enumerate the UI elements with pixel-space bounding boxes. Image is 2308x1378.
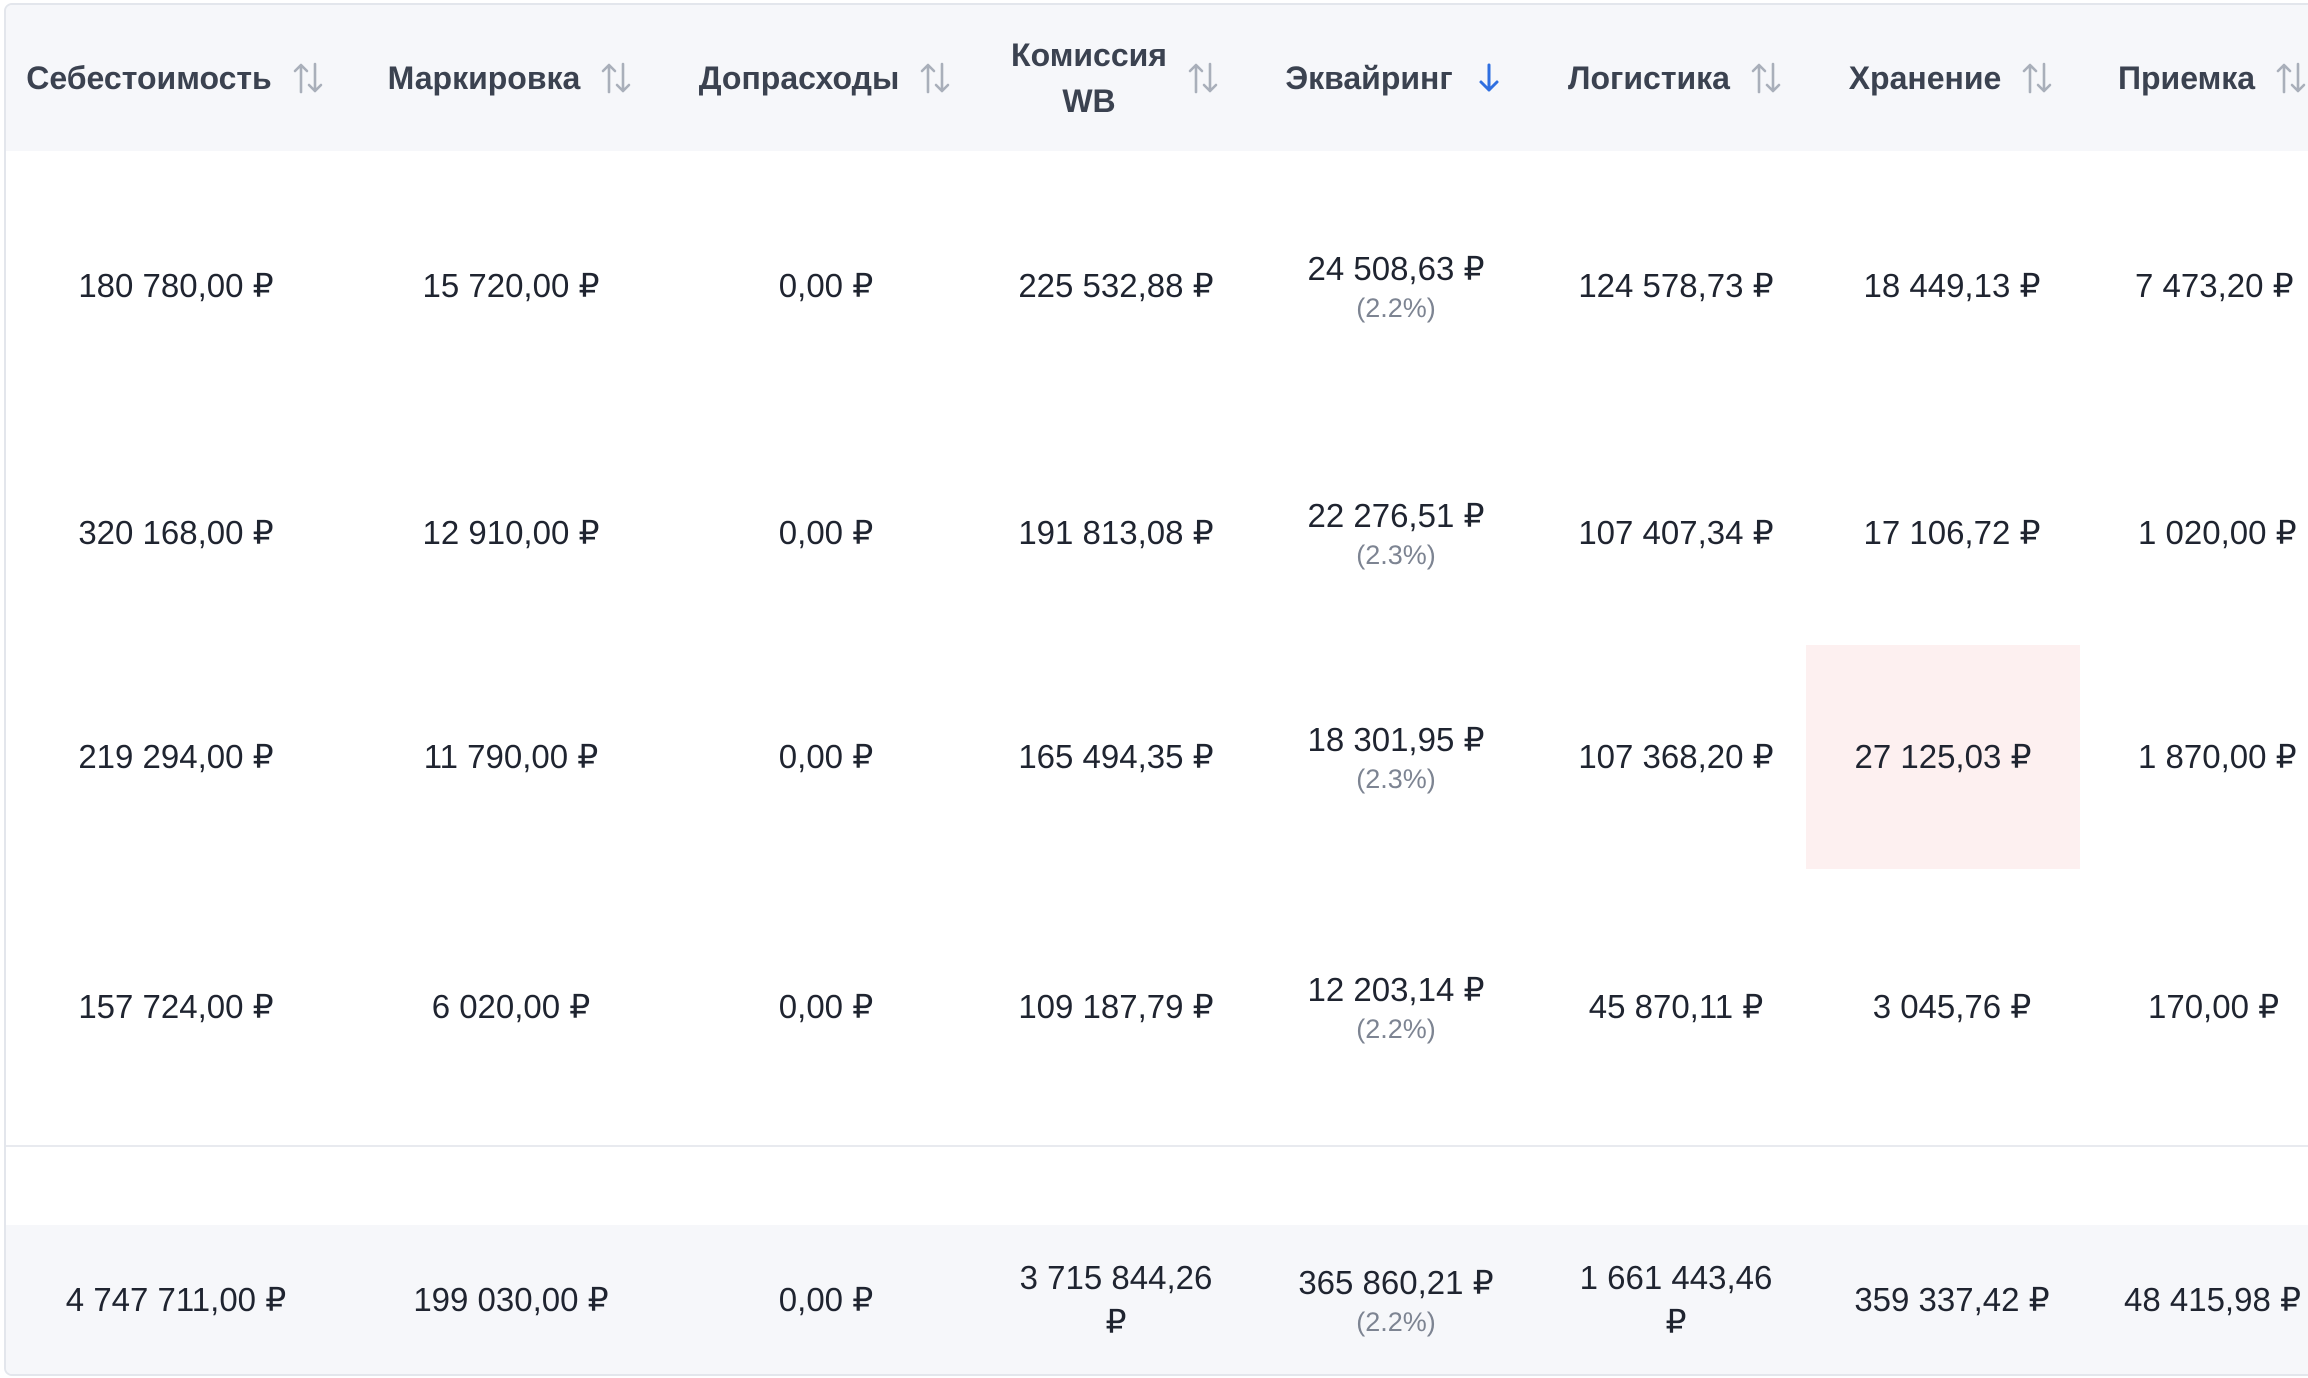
table-header: Себестоимость Маркировка Допрасходы Коми…: [6, 5, 2308, 151]
cell-marking: 15 720,00 ₽: [422, 267, 600, 304]
column-header-label: Эквайринг: [1285, 60, 1453, 96]
column-header-label: Допрасходы: [698, 60, 900, 96]
acquiring-value: 12 203,14 ₽: [1307, 971, 1485, 1008]
cell-extra-costs: 0,00 ₽: [778, 267, 874, 304]
table-row[interactable]: 180 780,00 ₽ 15 720,00 ₽ 0,00 ₽ 225 532,…: [6, 151, 2308, 423]
cell-commission: 225 532,88 ₽: [1018, 267, 1214, 304]
sort-both-icon[interactable]: [2273, 58, 2308, 98]
cell-cost: 320 168,00 ₽: [78, 514, 274, 551]
total-acquiring-value: 365 860,21 ₽: [1298, 1263, 1494, 1301]
column-header-cost[interactable]: Себестоимость: [6, 5, 346, 151]
cell-acceptance: 170,00 ₽: [2148, 988, 2280, 1025]
total-storage: 359 337,42 ₽: [1854, 1280, 2050, 1318]
total-marking: 199 030,00 ₽: [413, 1280, 609, 1318]
acquiring-percent: (2.2%): [1356, 1014, 1436, 1044]
column-header-label-line1: Комиссия: [1011, 37, 1167, 73]
sort-desc-icon[interactable]: [1471, 58, 1507, 98]
cell-logistics: 107 368,20 ₽: [1578, 738, 1774, 775]
acquiring-percent: (2.3%): [1356, 764, 1436, 794]
total-commission: 3 715 844,26 ₽: [976, 1225, 1256, 1374]
sort-both-icon[interactable]: [598, 58, 634, 98]
cell-acquiring: 18 301,95 ₽ (2.3%): [1256, 645, 1536, 869]
cell-extra-costs: 0,00 ₽: [778, 738, 874, 775]
cell-cost: 219 294,00 ₽: [78, 738, 274, 775]
cell-acceptance: 7 473,20 ₽: [2135, 267, 2294, 304]
total-logistics: 1 661 443,46 ₽: [1536, 1225, 1816, 1374]
cell-acquiring: 12 203,14 ₽ (2.2%): [1256, 869, 1536, 1145]
finance-table: Себестоимость Маркировка Допрасходы Коми…: [4, 3, 2308, 1376]
cell-marking: 11 790,00 ₽: [423, 738, 599, 775]
table-row[interactable]: 320 168,00 ₽ 12 910,00 ₽ 0,00 ₽ 191 813,…: [6, 421, 2308, 647]
column-header-label: Логистика: [1568, 60, 1730, 96]
total-commission-line2: ₽: [1105, 1302, 1127, 1340]
column-header-label-line2: WB: [1062, 83, 1116, 119]
cell-marking: 6 020,00 ₽: [431, 988, 591, 1025]
cell-storage: 3 045,76 ₽: [1872, 988, 2032, 1025]
column-header-logistics[interactable]: Логистика: [1536, 5, 1816, 151]
cell-cost: 180 780,00 ₽: [78, 267, 274, 304]
sort-both-icon[interactable]: [2019, 58, 2055, 98]
column-header-label: Себестоимость: [26, 60, 272, 96]
cell-cost: 157 724,00 ₽: [78, 988, 274, 1025]
sort-both-icon[interactable]: [1185, 58, 1221, 98]
total-commission-line1: 3 715 844,26: [1019, 1258, 1213, 1296]
cell-acquiring: 24 508,63 ₽ (2.2%): [1256, 151, 1536, 421]
cell-storage: 17 106,72 ₽: [1863, 514, 2041, 551]
cell-acceptance: 1 870,00 ₽: [2138, 738, 2297, 775]
cell-storage: 18 449,13 ₽: [1863, 267, 2041, 304]
cell-marking: 12 910,00 ₽: [422, 514, 600, 551]
cell-commission: 109 187,79 ₽: [1018, 988, 1214, 1025]
acquiring-value: 22 276,51 ₽: [1307, 497, 1485, 534]
totals-row: 4 747 711,00 ₽ 199 030,00 ₽ 0,00 ₽ 3 715…: [6, 1225, 2308, 1374]
column-header-acquiring[interactable]: Эквайринг: [1256, 5, 1536, 151]
cell-commission: 191 813,08 ₽: [1018, 514, 1214, 551]
sort-both-icon[interactable]: [290, 58, 326, 98]
column-header-commission[interactable]: Комиссия WB: [976, 5, 1256, 151]
column-header-extra-costs[interactable]: Допрасходы: [676, 5, 976, 151]
table-row[interactable]: 157 724,00 ₽ 6 020,00 ₽ 0,00 ₽ 109 187,7…: [6, 869, 2308, 1147]
column-header-marking[interactable]: Маркировка: [346, 5, 676, 151]
acquiring-value: 24 508,63 ₽: [1307, 250, 1485, 287]
total-logistics-line2: ₽: [1665, 1302, 1687, 1340]
cell-extra-costs: 0,00 ₽: [778, 988, 874, 1025]
column-header-label: Приемка: [2118, 60, 2256, 96]
acquiring-percent: (2.3%): [1356, 540, 1436, 570]
total-acquiring-percent: (2.2%): [1356, 1306, 1436, 1337]
cell-extra-costs: 0,00 ₽: [778, 514, 874, 551]
column-header-label: Маркировка: [387, 60, 581, 96]
total-acquiring: 365 860,21 ₽ (2.2%): [1256, 1225, 1536, 1374]
cell-commission: 165 494,35 ₽: [1018, 738, 1214, 775]
cell-logistics: 124 578,73 ₽: [1578, 267, 1774, 304]
column-header-acceptance[interactable]: Приемка: [2088, 5, 2308, 151]
cell-acceptance: 1 020,00 ₽: [2138, 514, 2297, 551]
acquiring-value: 18 301,95 ₽: [1307, 721, 1485, 758]
table-row[interactable]: 219 294,00 ₽ 11 790,00 ₽ 0,00 ₽ 165 494,…: [6, 645, 2308, 871]
sort-both-icon[interactable]: [1748, 58, 1784, 98]
total-acceptance: 48 415,98 ₽: [2124, 1280, 2301, 1318]
column-header-label: Комиссия WB: [1011, 32, 1167, 124]
acquiring-percent: (2.2%): [1356, 293, 1436, 323]
cell-logistics: 45 870,11 ₽: [1588, 988, 1764, 1025]
total-logistics-line1: 1 661 443,46: [1579, 1258, 1773, 1296]
cell-logistics: 107 407,34 ₽: [1578, 514, 1774, 551]
cell-acquiring: 22 276,51 ₽ (2.3%): [1256, 421, 1536, 645]
cell-storage-highlighted: 27 125,03 ₽: [1806, 645, 2080, 869]
column-header-storage[interactable]: Хранение: [1816, 5, 2088, 151]
column-header-label: Хранение: [1848, 60, 2002, 96]
sort-both-icon[interactable]: [917, 58, 953, 98]
total-extra-costs: 0,00 ₽: [778, 1280, 874, 1318]
total-cost: 4 747 711,00 ₽: [65, 1280, 287, 1318]
